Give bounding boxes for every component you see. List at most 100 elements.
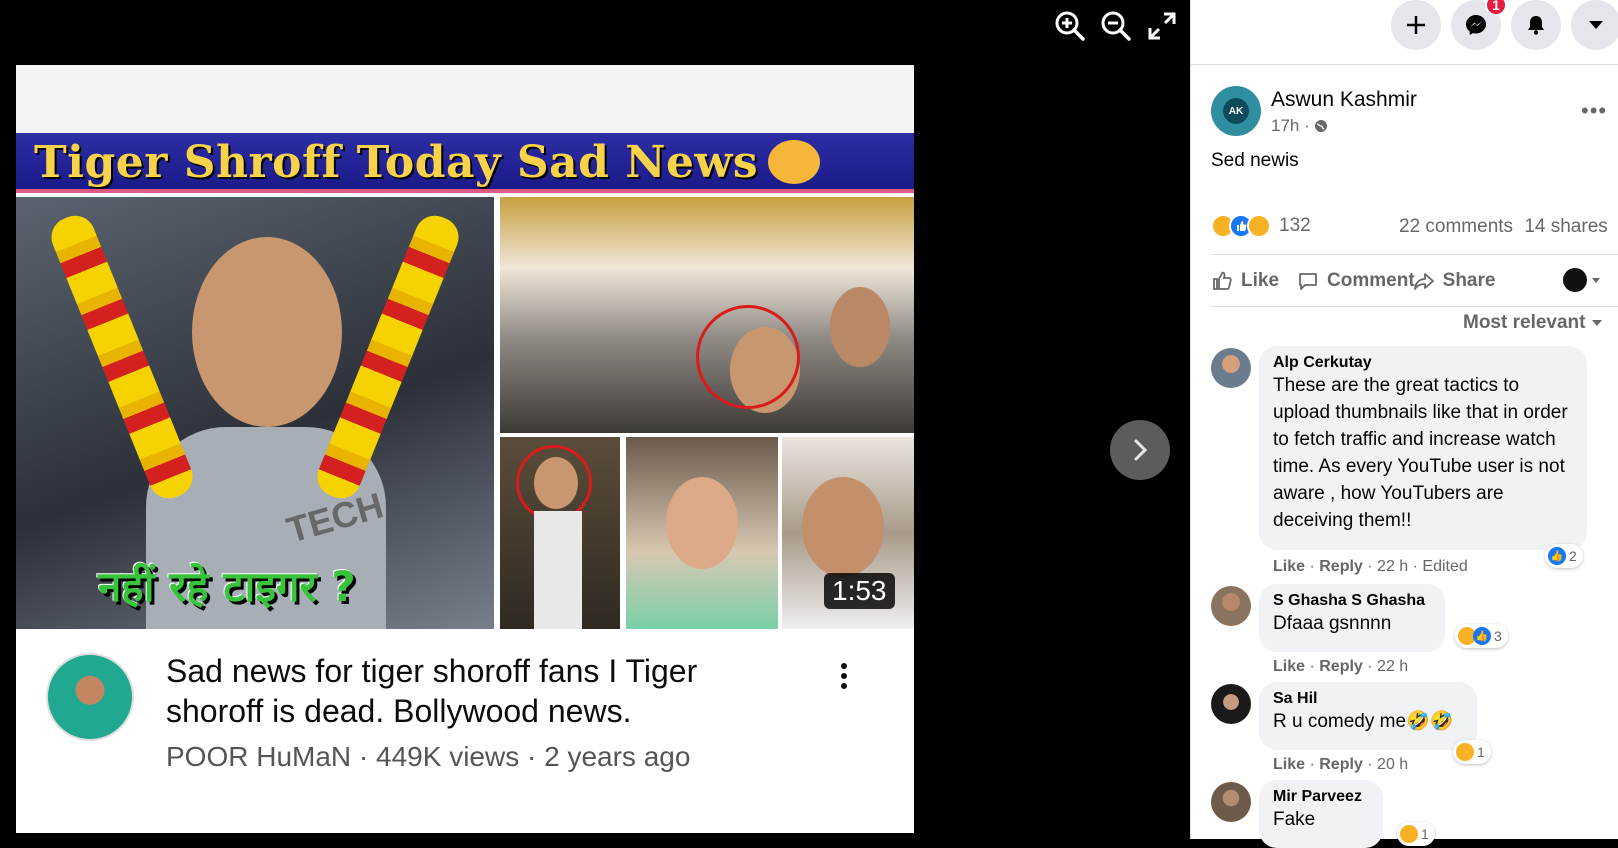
like-reaction-icon: 👍 [1473,627,1491,645]
comment-reaction-count: 1 [1477,744,1485,760]
actions-divider-top [1211,254,1618,255]
commenter-name[interactable]: Alp Cerkutay [1273,354,1573,372]
video-more-icon [834,659,854,699]
thumbs-up-icon [1213,271,1232,290]
commenter-avatar[interactable] [1211,684,1251,724]
comments-count[interactable]: 22 comments [1399,216,1513,237]
commenter-name[interactable]: Mir Parveez [1273,788,1369,806]
comment-bubble: Mir Parveez Fake [1259,780,1383,848]
garland-left [45,209,199,505]
haha-reaction-icon [1456,743,1474,761]
like-button[interactable]: Like [1211,270,1279,292]
comment-reaction-count: 1 [1421,826,1429,842]
young-man-body [534,511,582,629]
next-photo-button[interactable] [1110,420,1170,480]
comment-like-link[interactable]: Like [1273,658,1305,675]
post-time-text: 17h · [1271,116,1310,135]
create-button[interactable] [1391,0,1441,50]
comment-bubble: S Ghasha S Ghasha Dfaaa gsnnnn [1259,584,1445,652]
messenger-button[interactable]: 1 [1451,0,1507,50]
notifications-button[interactable] [1511,0,1561,50]
sad-reaction-icon [1247,214,1271,238]
share-icon [1413,273,1434,290]
comment-label: Comment [1327,270,1415,291]
banner-title: Tiger Shroff Today Sad News [34,137,759,188]
post-sidebar: 1 AK Aswun Kashmir 17h · ••• Sed newis 1… [1190,0,1618,848]
chevron-right-icon [1134,439,1148,461]
video-meta: POOR HuMaN · 449K views · 2 years ago [166,741,691,772]
comment-reply-link[interactable]: Reply [1319,558,1363,575]
commenter-avatar[interactable] [1211,586,1251,626]
account-button[interactable] [1571,0,1618,50]
comment-reactions[interactable]: 👍 2 [1545,544,1583,568]
haha-reaction-icon [1400,825,1418,843]
share-label: Share [1442,270,1496,291]
commenter-avatar[interactable] [1211,348,1251,388]
comment-time: · 20 h [1367,756,1409,773]
fullscreen-icon[interactable] [1146,10,1178,42]
post-author[interactable]: Aswun Kashmir [1271,88,1417,112]
comment-reactions[interactable]: 1 [1453,740,1491,764]
comment-sort-dropdown[interactable]: Most relevant [1463,312,1603,334]
bell-icon [1528,16,1544,35]
comment-text: R u comedy me🤣🤣 [1273,711,1454,732]
comment-reaction-count: 2 [1569,548,1577,564]
post-actions: Like Comment Share [1211,256,1611,306]
comment-text: These are the great tactics to upload th… [1273,375,1568,531]
thumbnail-banner: Tiger Shroff Today Sad News [16,133,914,193]
caret-down-icon [1592,278,1600,283]
post-photo: Tiger Shroff Today Sad News TECH नहीं रह… [16,65,914,833]
zoom-in-icon[interactable] [1054,10,1086,42]
comment-text: Fake [1273,809,1316,830]
comment-bubble: Sa Hil R u comedy me🤣🤣 [1259,682,1477,750]
header-divider [1191,64,1618,65]
post-text: Sed newis [1211,150,1299,171]
photo-top-strip [16,65,914,133]
old-man-face [802,477,884,577]
reaction-summary[interactable]: 132 [1211,214,1311,238]
comment-reply-link[interactable]: Reply [1319,658,1363,675]
shares-count[interactable]: 14 shares [1524,216,1607,237]
messenger-icon [1466,15,1486,35]
thumbnail-main-portrait: TECH नहीं रहे टाइगर ? [16,197,494,629]
caret-down-icon [1589,21,1603,29]
comment-button[interactable]: Comment [1297,270,1415,292]
comment-like-link[interactable]: Like [1273,756,1305,773]
thumbnail-young-man [500,437,620,629]
commenter-avatar[interactable] [1211,782,1251,822]
user-avatar [1563,268,1587,292]
comment-time: · 22 h [1367,658,1409,675]
thumbnail-funeral-scene [500,197,914,433]
like-reaction-icon: 👍 [1548,547,1566,565]
comment-bubble: Alp Cerkutay These are the great tactics… [1259,346,1587,550]
video-duration: 1:53 [824,573,895,609]
comment-like-link[interactable]: Like [1273,558,1305,575]
comment-meta: Like · Reply · 22 h · Edited [1273,558,1468,575]
video-title: Sad news for tiger shoroff fans I Tiger … [166,653,698,729]
post-options-icon[interactable]: ••• [1581,98,1607,124]
hindi-caption: नहीं रहे टाइगर ? [98,562,356,611]
photo-viewer: Tiger Shroff Today Sad News TECH नहीं रह… [0,0,1190,839]
comment-icon [1299,273,1317,290]
comment-meta: Like · Reply · 22 h [1273,658,1409,675]
mourner-face [830,287,890,367]
reaction-count: 132 [1279,215,1311,236]
commenter-name[interactable]: S Ghasha S Ghasha [1273,592,1431,610]
red-circle-mark-small [516,445,592,521]
comment-reactions[interactable]: 👍 3 [1455,624,1508,648]
react-as-selector[interactable] [1563,268,1601,292]
comment-reply-link[interactable]: Reply [1319,756,1363,773]
comment-reactions[interactable]: 1 [1397,822,1435,846]
share-button[interactable]: Share [1413,270,1496,292]
comment-text: Dfaaa gsnnnn [1273,613,1392,634]
globe-icon [1314,120,1327,132]
zoom-out-icon[interactable] [1100,10,1132,42]
commenter-name[interactable]: Sa Hil [1273,690,1463,708]
comment-meta: Like · Reply · 20 h [1273,756,1409,773]
post-timestamp[interactable]: 17h · [1271,116,1328,136]
page-avatar[interactable]: AK [1211,86,1261,136]
comment-reaction-count: 3 [1494,628,1502,644]
messenger-badge: 1 [1485,0,1507,16]
woman-face [666,477,738,569]
red-circle-mark [696,305,800,409]
